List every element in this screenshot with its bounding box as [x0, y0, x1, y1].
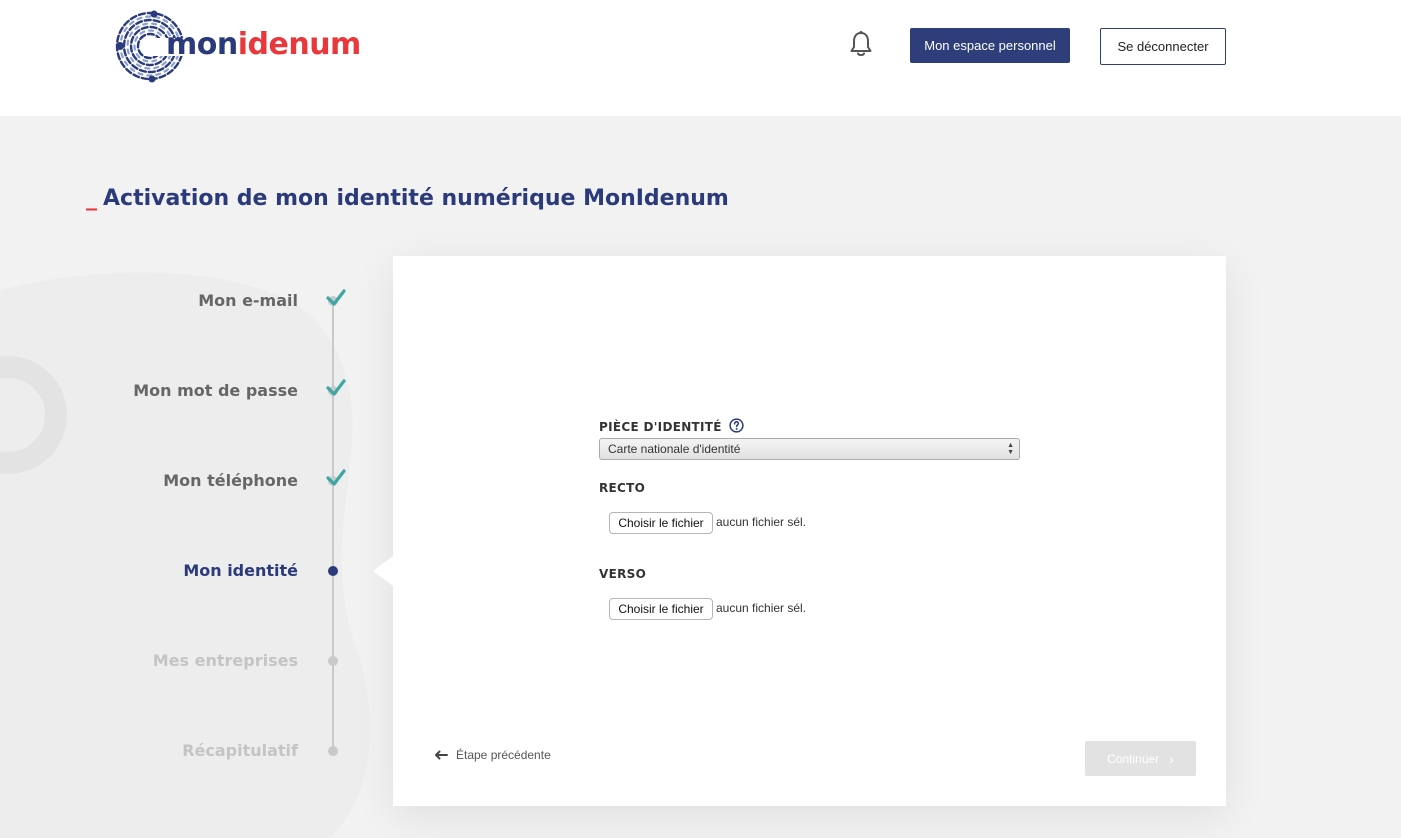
- monidenum-logo[interactable]: monidenum: [114, 8, 364, 84]
- step-summary-label: Récapitulatif: [182, 741, 298, 760]
- recto-label: RECTO: [599, 481, 646, 495]
- logout-button[interactable]: Se déconnecter: [1100, 28, 1226, 65]
- page-title: _ Activation de mon identité numérique Mo…: [86, 186, 729, 211]
- verso-choose-file-button[interactable]: Choisir le fichier: [609, 598, 713, 620]
- step-phone-label: Mon téléphone: [163, 471, 298, 490]
- personal-space-button[interactable]: Mon espace personnel: [910, 28, 1070, 63]
- card-pointer: [373, 556, 393, 586]
- logo-wordmark: monidenum: [166, 27, 361, 62]
- previous-step-label: Étape précédente: [456, 748, 551, 762]
- verso-file-status: aucun fichier sél.: [716, 601, 807, 615]
- identity-form-card: [393, 256, 1226, 806]
- step-email-label: Mon e-mail: [198, 291, 298, 310]
- chevron-right-icon: ›: [1169, 750, 1174, 767]
- step-companies-dot: [328, 656, 338, 666]
- step-identity-label: Mon identité: [183, 561, 298, 580]
- logo-text-idenum: idenum: [237, 26, 362, 62]
- select-arrows-icon: ▲ ▼: [1007, 442, 1014, 456]
- id-document-label-text: PIÈCE D'IDENTITÉ: [599, 420, 722, 434]
- step-password-label: Mon mot de passe: [133, 381, 298, 400]
- id-document-selected-value: Carte nationale d'identité: [608, 442, 741, 456]
- continue-button[interactable]: Continuer ›: [1085, 741, 1196, 776]
- recto-choose-file-button[interactable]: Choisir le fichier: [609, 512, 713, 534]
- step-identity-dot: [328, 566, 338, 576]
- check-icon: [326, 469, 346, 486]
- page-title-text: Activation de mon identité numérique Mon…: [103, 186, 729, 211]
- title-dash: _: [86, 186, 97, 211]
- check-icon: [326, 289, 346, 306]
- check-icon: [326, 379, 346, 396]
- previous-step-link[interactable]: Étape précédente: [434, 748, 551, 762]
- id-document-select[interactable]: Carte nationale d'identité ▲ ▼: [599, 438, 1020, 460]
- arrow-left-icon: [435, 750, 448, 760]
- verso-label: VERSO: [599, 567, 647, 581]
- continue-label: Continuer: [1107, 751, 1160, 766]
- help-circle-icon[interactable]: [729, 418, 744, 433]
- step-companies-label: Mes entreprises: [152, 651, 298, 670]
- bell-icon[interactable]: [848, 30, 874, 58]
- recto-file-status: aucun fichier sél.: [716, 515, 807, 529]
- id-document-label: PIÈCE D'IDENTITÉ: [599, 418, 744, 434]
- top-header: monidenum Mon espace personnel Se déconn…: [0, 0, 1401, 116]
- logo-text-mon: mon: [166, 26, 238, 62]
- step-summary-dot: [328, 746, 338, 756]
- stepper-line: [332, 300, 334, 752]
